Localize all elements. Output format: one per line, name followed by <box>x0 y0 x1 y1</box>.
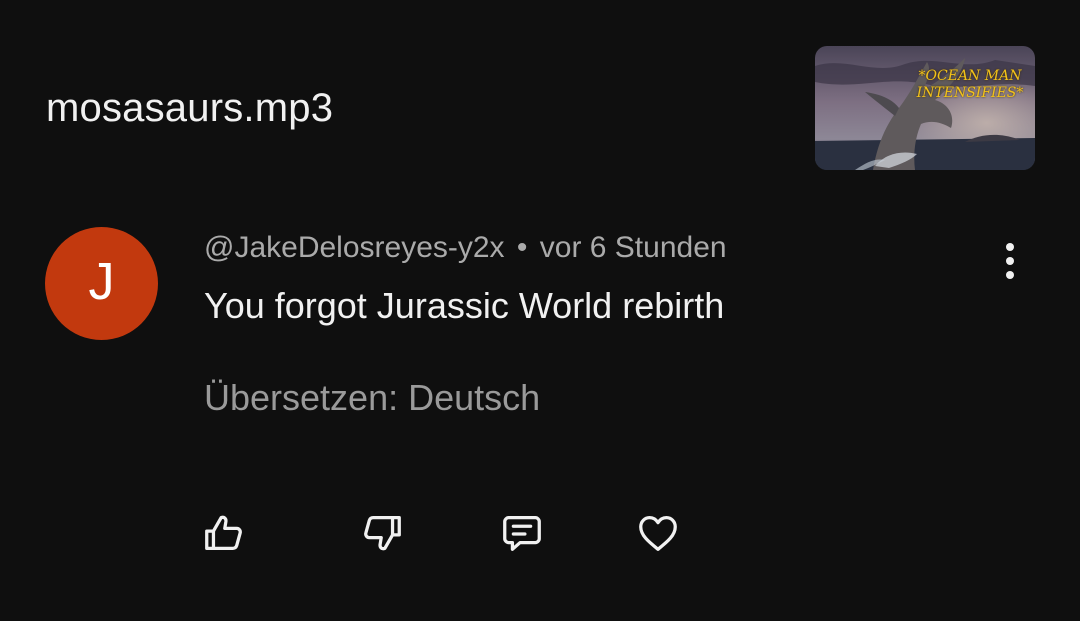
thumbs-up-icon <box>205 515 242 550</box>
avatar[interactable]: J <box>45 227 158 340</box>
thumbnail-caption: *OCEAN MAN INTENSIFIES* <box>916 68 1024 101</box>
meta-separator: • <box>516 231 528 264</box>
comment-time: vor 6 Stunden <box>539 231 727 264</box>
dislike-button[interactable] <box>359 510 405 556</box>
like-button[interactable] <box>201 510 247 556</box>
video-thumbnail[interactable]: *OCEAN MAN INTENSIFIES* <box>815 46 1035 170</box>
translate-button[interactable]: Übersetzen: Deutsch <box>204 377 540 419</box>
reply-icon <box>503 516 541 551</box>
comment-author[interactable]: @JakeDelosreyes-y2x <box>204 231 505 264</box>
thumbs-down-icon <box>364 516 401 551</box>
more-dot <box>1006 271 1014 279</box>
heart-button[interactable] <box>635 510 681 556</box>
comment-meta: @JakeDelosreyes-y2x • vor 6 Stunden <box>204 231 727 265</box>
heart-icon <box>639 516 677 551</box>
more-dot <box>1006 257 1014 265</box>
more-vertical-icon[interactable] <box>990 240 1030 282</box>
thumbnail-image <box>815 46 1035 170</box>
video-title[interactable]: mosasaurs.mp3 <box>46 86 333 131</box>
comment-text: You forgot Jurassic World rebirth <box>204 285 725 326</box>
reply-button[interactable] <box>499 510 545 556</box>
more-dot <box>1006 243 1014 251</box>
avatar-letter: J <box>88 252 115 311</box>
